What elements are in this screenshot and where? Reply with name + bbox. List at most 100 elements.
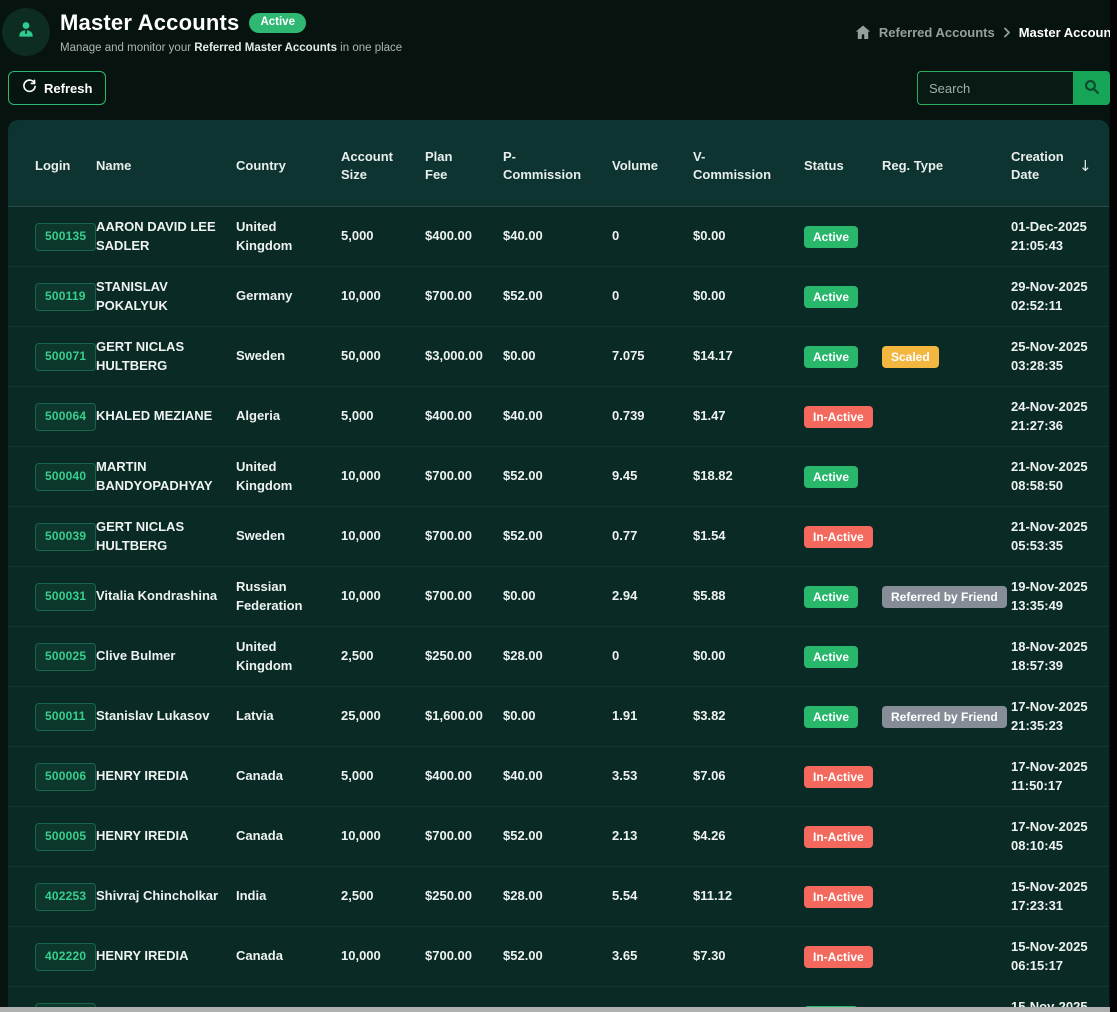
cell-creation-date: 29-Nov-202502:52:11 [1011, 267, 1109, 327]
cell-country: Germany [236, 267, 341, 327]
breadcrumb-current: Master Accounts [1019, 25, 1117, 40]
cell-creation-date: 15-Nov-202517:23:31 [1011, 867, 1109, 927]
cell-creation-date: 25-Nov-202503:28:35 [1011, 327, 1109, 387]
chevron-right-icon [1003, 27, 1011, 38]
cell-name: MARTIN BANDYOPADHYAY [96, 447, 236, 507]
home-icon[interactable] [855, 25, 871, 40]
breadcrumb-parent[interactable]: Referred Accounts [879, 25, 995, 40]
col-creation-date[interactable]: Creation Date ↓ [1011, 120, 1109, 207]
login-chip[interactable]: 500071 [35, 343, 96, 370]
cell-country: Canada [236, 927, 341, 987]
cell-account-size: 10,000 [341, 807, 425, 867]
cell-volume: 3.53 [612, 747, 693, 807]
cell-creation-date: 18-Nov-202518:57:39 [1011, 627, 1109, 687]
search-group [917, 71, 1110, 105]
cell-p-commission: $28.00 [503, 867, 612, 927]
cell-plan-fee: $700.00 [425, 807, 503, 867]
cell-country: Canada [236, 807, 341, 867]
cell-v-commission: $1.54 [693, 507, 804, 567]
sort-desc-icon[interactable]: ↓ [1079, 156, 1092, 177]
table-row[interactable]: 500071 GERT NICLAS HULTBERG Sweden 50,00… [8, 327, 1109, 387]
cell-volume: 0.77 [612, 507, 693, 567]
search-icon [1083, 78, 1100, 98]
search-button[interactable] [1073, 71, 1110, 105]
cell-v-commission: $7.06 [693, 747, 804, 807]
table-row[interactable]: 402220 HENRY IREDIA Canada 10,000 $700.0… [8, 927, 1109, 987]
cell-name: Stanislav Lukasov [96, 687, 236, 747]
login-chip[interactable]: 500005 [35, 823, 96, 850]
table-row[interactable]: 500039 GERT NICLAS HULTBERG Sweden 10,00… [8, 507, 1109, 567]
cell-p-commission: $40.00 [503, 207, 612, 267]
login-chip[interactable]: 500064 [35, 403, 96, 430]
col-p-commission[interactable]: P-Commission [503, 120, 612, 207]
search-input[interactable] [917, 71, 1073, 105]
login-chip[interactable]: 500006 [35, 763, 96, 790]
col-account-size[interactable]: Account Size [341, 120, 425, 207]
cell-p-commission: $52.00 [503, 507, 612, 567]
cell-name: Shivraj Chincholkar [96, 867, 236, 927]
login-chip[interactable]: 500039 [35, 523, 96, 550]
cell-creation-date: 15-Nov-202506:15:17 [1011, 927, 1109, 987]
refresh-button[interactable]: Refresh [8, 71, 106, 105]
table-row[interactable]: 500005 HENRY IREDIA Canada 10,000 $700.0… [8, 807, 1109, 867]
cell-country: United Kingdom [236, 447, 341, 507]
breadcrumb: Referred Accounts Master Accounts [855, 25, 1117, 40]
table-row[interactable]: 500011 Stanislav Lukasov Latvia 25,000 $… [8, 687, 1109, 747]
login-chip[interactable]: 500031 [35, 583, 96, 610]
cell-plan-fee: $400.00 [425, 207, 503, 267]
col-reg-type[interactable]: Reg. Type [882, 120, 1011, 207]
cell-country: Sweden [236, 507, 341, 567]
cell-account-size: 5,000 [341, 387, 425, 447]
login-chip[interactable]: 500011 [35, 703, 96, 730]
login-chip[interactable]: 402253 [35, 883, 96, 910]
accounts-table-body: 500135 AARON DAVID LEE SADLER United Kin… [8, 207, 1109, 1012]
login-chip[interactable]: 500025 [35, 643, 96, 670]
cell-account-size: 10,000 [341, 927, 425, 987]
cell-plan-fee: $250.00 [425, 867, 503, 927]
reg-type-badge: Scaled [882, 346, 939, 368]
cell-volume: 2.94 [612, 567, 693, 627]
cell-plan-fee: $3,000.00 [425, 327, 503, 387]
col-v-commission[interactable]: V-Commission [693, 120, 804, 207]
table-row[interactable]: 500135 AARON DAVID LEE SADLER United Kin… [8, 207, 1109, 267]
cell-v-commission: $4.26 [693, 807, 804, 867]
reg-type-badge: Referred by Friend [882, 586, 1007, 608]
vertical-scrollbar[interactable] [1110, 0, 1117, 1012]
cell-p-commission: $0.00 [503, 687, 612, 747]
cell-volume: 0 [612, 627, 693, 687]
status-badge: Active [804, 646, 858, 668]
table-row[interactable]: 402253 Shivraj Chincholkar India 2,500 $… [8, 867, 1109, 927]
col-status[interactable]: Status [804, 120, 882, 207]
cell-account-size: 10,000 [341, 507, 425, 567]
table-row[interactable]: 500040 MARTIN BANDYOPADHYAY United Kingd… [8, 447, 1109, 507]
col-plan-fee[interactable]: Plan Fee [425, 120, 503, 207]
status-badge: In-Active [804, 886, 873, 908]
cell-name: HENRY IREDIA [96, 927, 236, 987]
accounts-table-card: Login Name Country Account Size Plan Fee… [8, 120, 1109, 1012]
table-row[interactable]: 500025 Clive Bulmer United Kingdom 2,500… [8, 627, 1109, 687]
cell-creation-date: 21-Nov-202505:53:35 [1011, 507, 1109, 567]
horizontal-scrollbar[interactable] [0, 1007, 1110, 1012]
login-chip[interactable]: 500040 [35, 463, 96, 490]
cell-creation-date: 01-Dec-202521:05:43 [1011, 207, 1109, 267]
login-chip[interactable]: 500135 [35, 223, 96, 250]
login-chip[interactable]: 402220 [35, 943, 96, 970]
col-country[interactable]: Country [236, 120, 341, 207]
table-row[interactable]: 500006 HENRY IREDIA Canada 5,000 $400.00… [8, 747, 1109, 807]
status-badge: Active [804, 286, 858, 308]
col-name[interactable]: Name [96, 120, 236, 207]
avatar [2, 8, 50, 56]
cell-country: United Kingdom [236, 627, 341, 687]
cell-account-size: 50,000 [341, 327, 425, 387]
cell-v-commission: $0.00 [693, 627, 804, 687]
col-volume[interactable]: Volume [612, 120, 693, 207]
login-chip[interactable]: 500119 [35, 283, 96, 310]
cell-account-size: 5,000 [341, 207, 425, 267]
cell-v-commission: $14.17 [693, 327, 804, 387]
col-login[interactable]: Login [8, 120, 96, 207]
table-row[interactable]: 500031 Vitalia Kondrashina Russian Feder… [8, 567, 1109, 627]
table-row[interactable]: 500119 STANISLAV POKALYUK Germany 10,000… [8, 267, 1109, 327]
cell-name: AARON DAVID LEE SADLER [96, 207, 236, 267]
cell-country: Latvia [236, 687, 341, 747]
table-row[interactable]: 500064 KHALED MEZIANE Algeria 5,000 $400… [8, 387, 1109, 447]
